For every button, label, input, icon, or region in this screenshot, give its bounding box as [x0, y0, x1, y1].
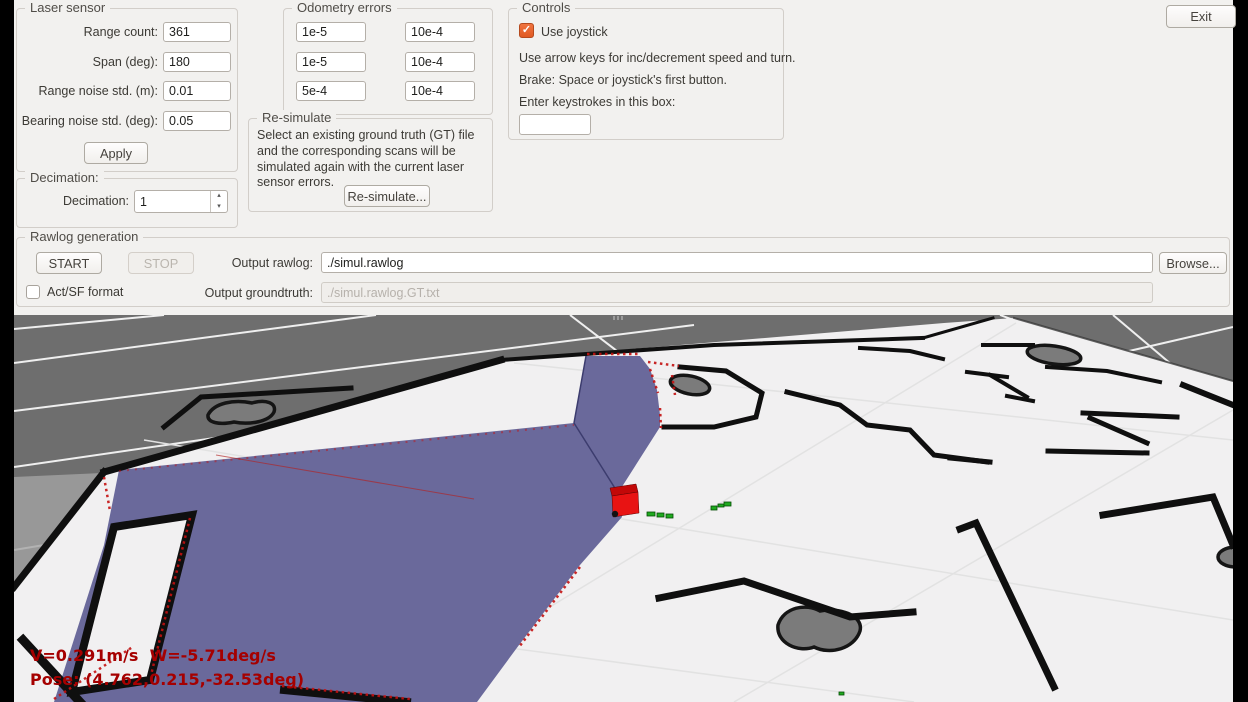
controls-title: Controls [517, 0, 575, 15]
spin-up-icon[interactable]: ▴ [211, 191, 227, 202]
laser-sensor-title: Laser sensor [25, 0, 110, 15]
resimulate-description: Select an existing ground truth (GT) fil… [257, 128, 487, 191]
odometry-field-1-0[interactable] [296, 52, 366, 72]
output-rawlog-label: Output rawlog: [187, 256, 313, 270]
exit-button[interactable]: Exit [1166, 5, 1236, 28]
range-noise-field[interactable] [163, 81, 231, 101]
use-joystick-checkbox[interactable]: ✓ [519, 23, 534, 38]
decimation-label: Decimation: [19, 194, 129, 208]
controls-hint-arrows: Use arrow keys for inc/decrement speed a… [519, 51, 796, 65]
decimation-title: Decimation: [25, 170, 104, 185]
hud-velocity-text: V=0.291m/s W=-5.71deg/s [30, 646, 276, 665]
odometry-field-0-0[interactable] [296, 22, 366, 42]
output-groundtruth-label: Output groundtruth: [177, 286, 313, 300]
apply-button[interactable]: Apply [84, 142, 148, 164]
odometry-errors-title: Odometry errors [292, 0, 397, 15]
simulation-3d-view[interactable]: V=0.291m/s W=-5.71deg/s Pose: (4.762,0.2… [14, 315, 1233, 702]
resimulate-title: Re-simulate [257, 110, 336, 125]
laser-sensor-group: Laser sensor Range count: Span (deg): Ra… [16, 8, 238, 172]
range-noise-label: Range noise std. (m): [19, 84, 158, 98]
robot-wheel [612, 511, 618, 517]
resimulate-button[interactable]: Re-simulate... [344, 185, 430, 207]
output-groundtruth-field [321, 282, 1153, 303]
controls-group: Controls ✓ Use joystick Use arrow keys f… [508, 8, 784, 140]
browse-button[interactable]: Browse... [1159, 252, 1227, 274]
decimation-group: Decimation: Decimation: ▴ ▾ [16, 178, 238, 228]
screen: Laser sensor Range count: Span (deg): Ra… [0, 0, 1248, 702]
odometry-field-0-1[interactable] [405, 22, 475, 42]
output-rawlog-field[interactable] [321, 252, 1153, 273]
bearing-noise-field[interactable] [163, 111, 231, 131]
hud-pose-text: Pose: (4.762,0.215,-32.53deg) [30, 670, 304, 689]
start-button[interactable]: START [36, 252, 102, 274]
controls-hint-keystrokes: Enter keystrokes in this box: [519, 95, 675, 109]
resimulate-group: Re-simulate Select an existing ground tr… [248, 118, 493, 212]
span-label: Span (deg): [19, 55, 158, 69]
actsf-checkbox[interactable] [26, 285, 40, 299]
spin-down-icon[interactable]: ▾ [211, 202, 227, 213]
odometry-errors-group: Odometry errors [283, 8, 493, 115]
span-field[interactable] [163, 52, 231, 72]
controls-hint-brake: Brake: Space or joystick's first button. [519, 73, 727, 87]
check-icon: ✓ [522, 24, 531, 36]
blob-obstacle [208, 401, 275, 423]
odometry-field-2-1[interactable] [405, 81, 475, 101]
use-joystick-label: Use joystick [541, 25, 608, 39]
odometry-field-2-0[interactable] [296, 81, 366, 101]
robot-marker [610, 484, 639, 517]
rawlog-generation-title: Rawlog generation [25, 229, 143, 244]
range-count-field[interactable] [163, 22, 231, 42]
decimation-spinner[interactable]: ▴ ▾ [210, 191, 227, 212]
blob-obstacle [1218, 547, 1233, 567]
odometry-field-1-1[interactable] [405, 52, 475, 72]
bearing-noise-label: Bearing noise std. (deg): [19, 114, 158, 128]
actsf-label: Act/SF format [47, 285, 123, 299]
app-window: Laser sensor Range count: Span (deg): Ra… [14, 0, 1233, 702]
stop-button: STOP [128, 252, 194, 274]
range-count-label: Range count: [19, 25, 158, 39]
rawlog-generation-group: Rawlog generation START STOP Output rawl… [16, 237, 1230, 307]
keystroke-input[interactable] [519, 114, 591, 135]
3d-scene [14, 315, 1233, 702]
